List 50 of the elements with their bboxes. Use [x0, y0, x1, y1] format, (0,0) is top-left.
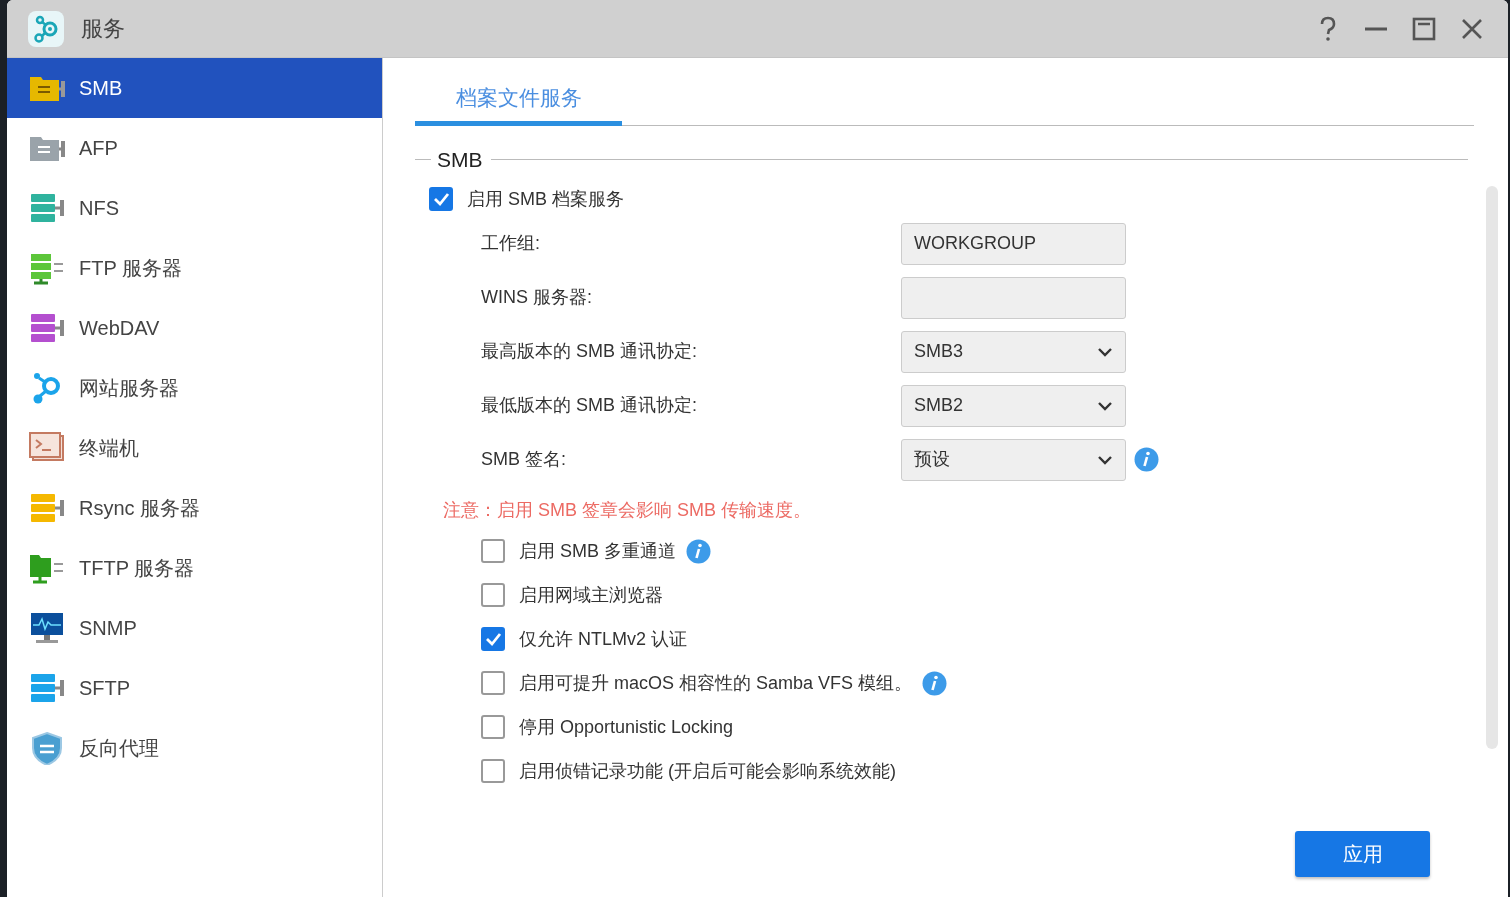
- checkbox-label: 启用网域主浏览器: [519, 583, 663, 607]
- checkbox[interactable]: [481, 539, 505, 563]
- sidebar-item[interactable]: FTP 服务器: [7, 238, 382, 298]
- shield-icon: [29, 731, 65, 765]
- checkbox-label: 启用 SMB 档案服务: [467, 187, 624, 211]
- checkbox[interactable]: [481, 671, 505, 695]
- sidebar-item[interactable]: NFS: [7, 178, 382, 238]
- section-title: SMB: [436, 147, 484, 173]
- field-label: 最低版本的 SMB 通讯协定:: [481, 394, 698, 417]
- sidebar-item[interactable]: Rsync 服务器: [7, 478, 382, 538]
- checkbox-label: 启用侦错记录功能 (开启后可能会影响系统效能): [519, 759, 896, 783]
- sidebar-item[interactable]: 终端机: [7, 418, 382, 478]
- dropdown[interactable]: 预设: [901, 438, 1126, 481]
- checkbox-label: 启用可提升 macOS 相容性的 Samba VFS 模组。: [519, 671, 913, 695]
- monitor-icon: [29, 611, 65, 645]
- server-icon: [29, 671, 65, 705]
- sidebar-item[interactable]: SFTP: [7, 658, 382, 718]
- checkbox[interactable]: [481, 583, 505, 607]
- server-icon: [29, 311, 65, 345]
- sidebar-item[interactable]: AFP: [7, 118, 382, 178]
- window-title: 服务: [81, 15, 125, 43]
- dropdown[interactable]: SMB2: [901, 384, 1126, 427]
- checkbox[interactable]: [481, 759, 505, 783]
- field-label: 工作组:: [481, 232, 541, 255]
- warning-text: 注意：启用 SMB 签章会影响 SMB 传输速度。: [443, 498, 812, 522]
- field-label: SMB 签名:: [481, 448, 567, 471]
- text-field[interactable]: [901, 276, 1126, 319]
- checkbox-label: 停用 Opportunistic Locking: [519, 715, 734, 739]
- checkbox[interactable]: [481, 715, 505, 739]
- text-field[interactable]: WORKGROUP: [901, 222, 1126, 265]
- checkbox[interactable]: [481, 627, 505, 651]
- scrollbar[interactable]: [1486, 186, 1498, 749]
- checkbox-label: 启用 SMB 多重通道: [519, 539, 676, 563]
- sidebar-item[interactable]: 网站服务器: [7, 358, 382, 418]
- server-icon: [29, 191, 65, 225]
- checkbox-label: 仅允许 NTLMv2 认证: [519, 627, 687, 651]
- minimize-icon: [1362, 26, 1390, 31]
- sidebar-item[interactable]: SNMP: [7, 598, 382, 658]
- dropdown[interactable]: SMB3: [901, 330, 1126, 373]
- sidebar-item[interactable]: SMB: [7, 58, 382, 118]
- server-icon: [29, 251, 65, 285]
- sidebar-item[interactable]: WebDAV: [7, 298, 382, 358]
- sidebar-item[interactable]: TFTP 服务器: [7, 538, 382, 598]
- field-label: 最高版本的 SMB 通讯协定:: [481, 340, 698, 363]
- field-label: WINS 服务器:: [481, 286, 593, 309]
- apply-button[interactable]: 应用: [1295, 831, 1430, 877]
- sidebar-item[interactable]: 反向代理: [7, 718, 382, 778]
- server-icon: [29, 491, 65, 525]
- checkbox[interactable]: [429, 187, 453, 211]
- app-logo-icon: [27, 9, 65, 48]
